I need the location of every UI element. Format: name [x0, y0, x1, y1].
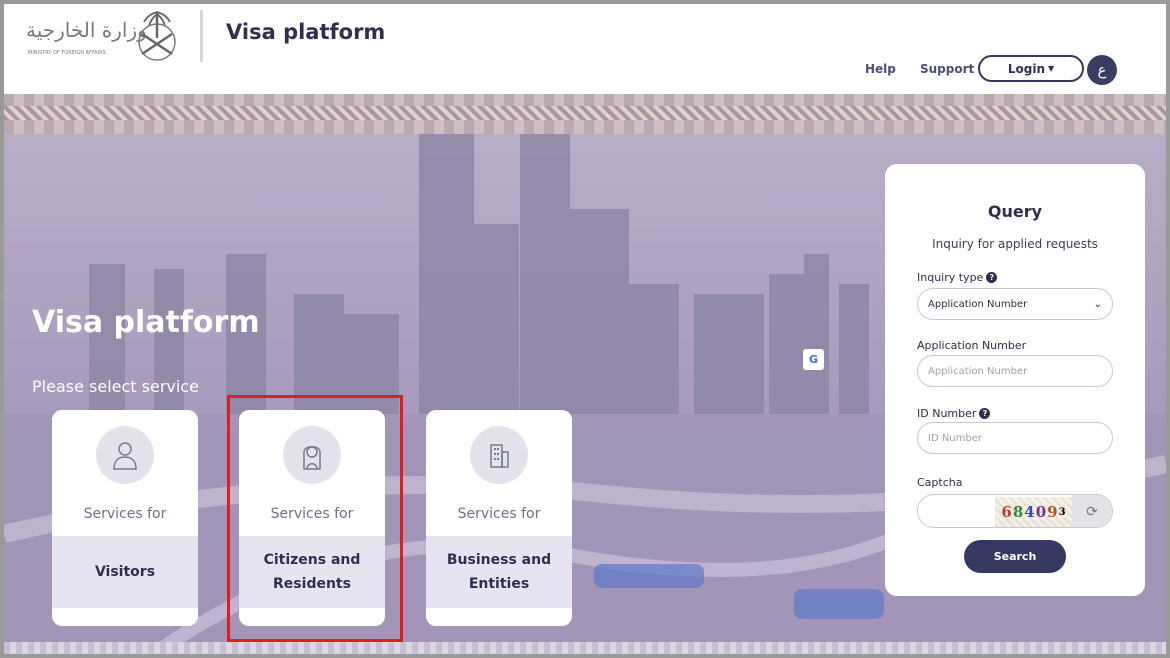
- id-number-label-text: ID Number: [917, 407, 977, 420]
- captcha-image: 6 8 4 0 9 3: [995, 497, 1073, 527]
- card-band: Visitors: [52, 536, 198, 608]
- captcha-char: 6: [1001, 503, 1013, 521]
- captcha-char: 8: [1012, 503, 1025, 521]
- card-prefix: Services for: [83, 506, 167, 522]
- support-link[interactable]: Support: [920, 62, 974, 76]
- highlight-box: [227, 395, 403, 642]
- query-panel: Query Inquiry for applied requests Inqui…: [885, 164, 1145, 596]
- card-title: Visitors: [94, 564, 156, 580]
- application-number-label-text: Application Number: [917, 339, 1027, 352]
- help-icon[interactable]: ?: [979, 408, 991, 419]
- decorative-pattern-bottom: [4, 642, 1166, 654]
- inquiry-type-label: Inquiry type ?: [917, 271, 998, 284]
- language-toggle-button[interactable]: ع: [1087, 55, 1117, 85]
- service-card-visitors[interactable]: Services for Visitors: [52, 410, 198, 626]
- help-link[interactable]: Help: [865, 62, 896, 76]
- help-icon[interactable]: ?: [986, 272, 998, 283]
- card-title: Business and Entities: [446, 552, 552, 592]
- id-number-label: ID Number ?: [917, 407, 991, 420]
- pattern-band: [4, 106, 1166, 120]
- query-subtitle: Inquiry for applied requests: [932, 237, 1098, 251]
- hero-title: Visa platform: [32, 305, 260, 340]
- captcha-label: Captcha: [917, 476, 962, 489]
- application-number-label: Application Number: [917, 339, 1026, 352]
- card-band: Business and Entities: [426, 536, 572, 608]
- inquiry-type-label-text: Inquiry type: [917, 271, 984, 284]
- browser-frame: وزارة الخارجية MINISTRY OF FOREIGN AFFAI…: [4, 4, 1166, 654]
- login-button[interactable]: Login ▼: [978, 55, 1084, 82]
- captcha-field[interactable]: 6 8 4 0 9 3 ⟳: [917, 494, 1113, 528]
- card-icon-container: [96, 426, 154, 484]
- saudi-emblem-icon: [138, 11, 176, 61]
- query-title: Query: [987, 202, 1043, 221]
- app-title: Visa platform: [226, 20, 386, 44]
- card-prefix: Services for: [457, 506, 541, 522]
- application-number-input[interactable]: Application Number: [917, 355, 1113, 387]
- decorative-pattern-top: [4, 94, 1166, 134]
- search-button[interactable]: Search: [964, 540, 1066, 573]
- captcha-label-text: Captcha: [917, 476, 963, 489]
- person-icon: [113, 442, 137, 470]
- logo-english-text: MINISTRY OF FOREIGN AFFAIRS: [28, 50, 106, 56]
- card-icon-container: [470, 426, 528, 484]
- hero-subtitle: Please select service: [32, 377, 199, 396]
- caret-down-icon: ▼: [1047, 64, 1055, 73]
- translate-icon[interactable]: G: [803, 349, 824, 370]
- id-number-input[interactable]: ID Number: [917, 422, 1113, 454]
- inquiry-type-select[interactable]: Application Number ⌄: [917, 288, 1113, 320]
- captcha-char: 3: [1058, 506, 1067, 518]
- refresh-captcha-icon[interactable]: ⟳: [1072, 495, 1112, 527]
- captcha-char: 4: [1024, 503, 1036, 521]
- ministry-logo[interactable]: وزارة الخارجية MINISTRY OF FOREIGN AFFAI…: [26, 8, 186, 64]
- service-card-business-entities[interactable]: Services for Business and Entities: [426, 410, 572, 626]
- login-label: Login: [1007, 61, 1045, 76]
- header-divider: [200, 10, 203, 62]
- inquiry-type-value: Application Number: [928, 298, 1028, 310]
- top-header: وزارة الخارجية MINISTRY OF FOREIGN AFFAI…: [4, 4, 1166, 94]
- captcha-char: 9: [1047, 503, 1059, 521]
- chevron-down-icon: ⌄: [1093, 298, 1102, 310]
- captcha-char: 0: [1035, 503, 1048, 521]
- building-icon: [490, 444, 509, 468]
